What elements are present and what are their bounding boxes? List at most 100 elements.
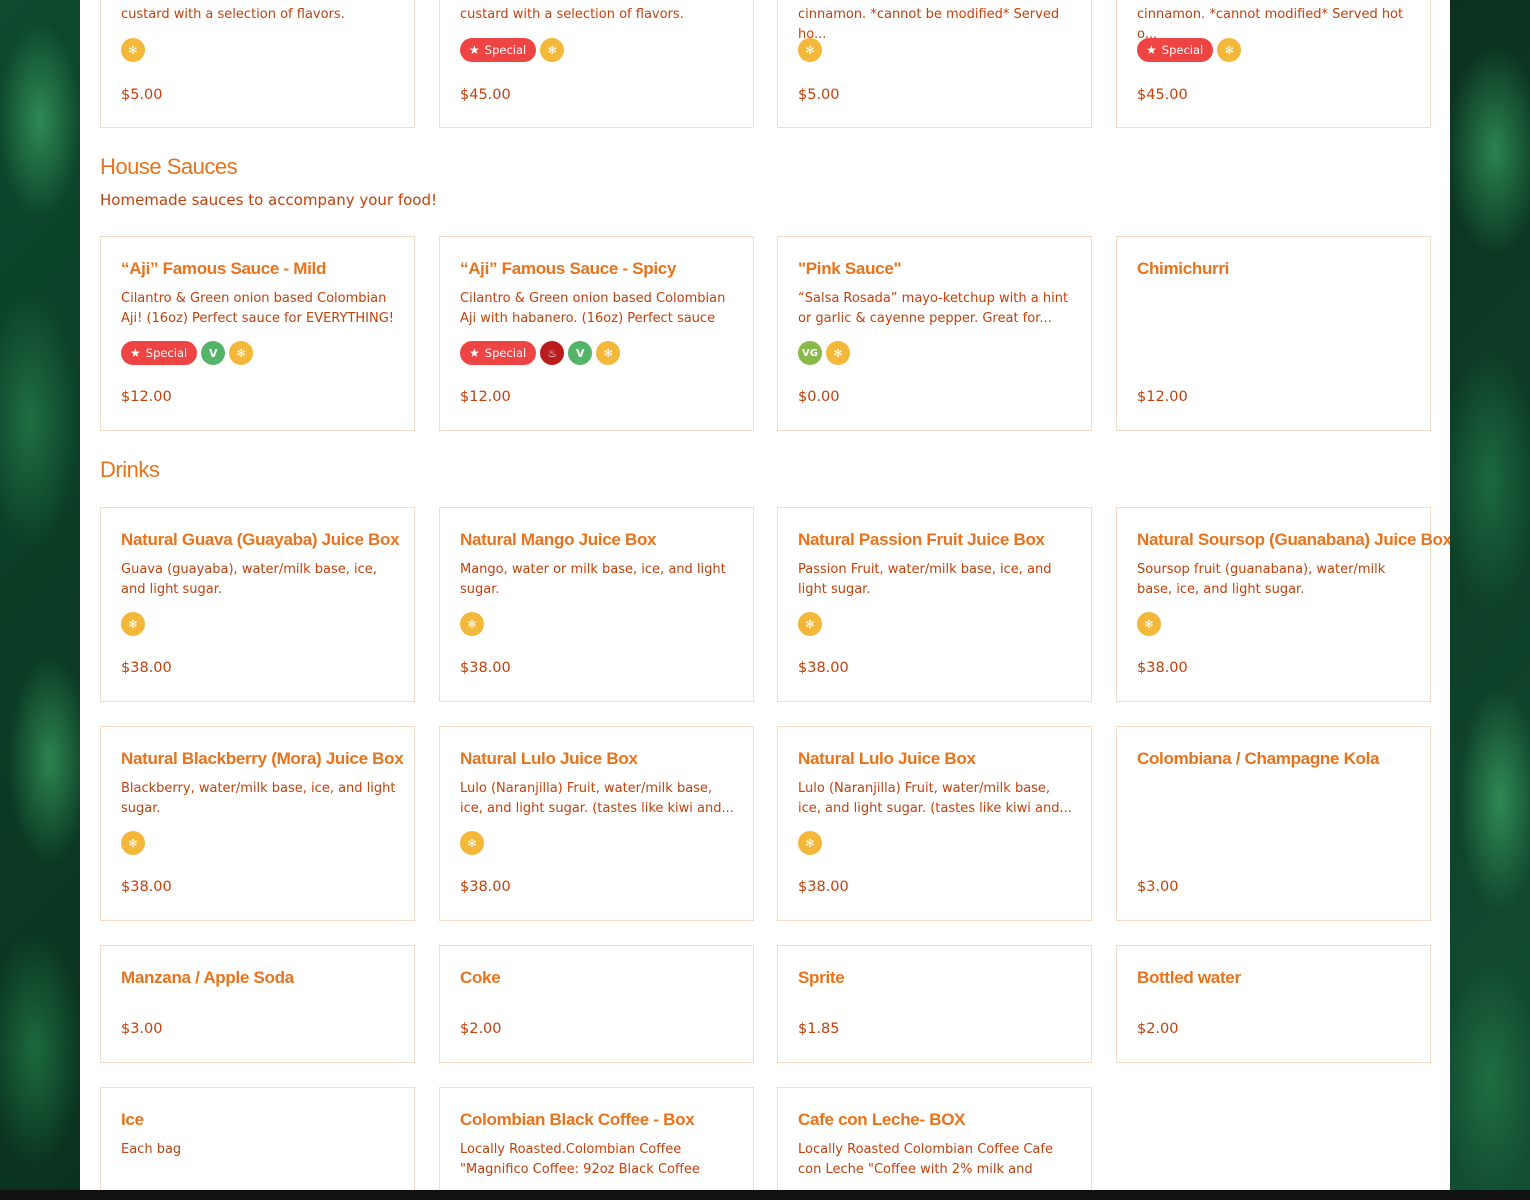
- item-title: Manzana / Apple Soda: [121, 968, 294, 987]
- gluten-free-icon: ✻: [121, 831, 145, 855]
- item-description: Blackberry, water/milk base, ice, and li…: [121, 781, 396, 816]
- menu-item-card[interactable]: "Pink Sauce" “Salsa Rosada” mayo-ketchup…: [777, 236, 1092, 431]
- dietary-tags: ✻: [798, 612, 822, 636]
- item-description: Locally Roasted Colombian Coffee Cafe co…: [798, 1142, 1053, 1177]
- star-icon: ★: [130, 346, 141, 360]
- gluten-free-icon: ✻: [1217, 38, 1242, 62]
- menu-item-card[interactable]: Natural Mango Juice Box Mango, water or …: [439, 507, 754, 702]
- dietary-tags: VG ✻: [798, 341, 850, 365]
- gluten-free-icon: ✻: [460, 831, 484, 855]
- item-price: $38.00: [460, 879, 511, 895]
- item-title: Sprite: [798, 968, 845, 987]
- dietary-tags: ✻: [1137, 612, 1161, 636]
- dietary-tags: ★ Special ✻: [460, 38, 565, 62]
- menu-item-card[interactable]: Natural Lulo Juice Box Lulo (Naranjilla)…: [777, 726, 1092, 921]
- item-title: Chimichurri: [1137, 259, 1230, 278]
- gluten-free-icon: ✻: [826, 341, 850, 365]
- menu-content: custard with a selection of flavors. ✻ $…: [80, 0, 1450, 1190]
- dietary-tags: ★ Special V ✻: [121, 341, 254, 365]
- item-description: Cilantro & Green onion based Colombian A…: [121, 291, 395, 326]
- item-title: Natural Lulo Juice Box: [460, 749, 638, 768]
- item-description: Guava (guayaba), water/milk base, ice, a…: [121, 562, 377, 597]
- menu-item-card[interactable]: Coke $2.00: [439, 945, 754, 1063]
- menu-item-card[interactable]: custard with a selection of flavors. ✻ $…: [100, 0, 415, 128]
- menu-item-card[interactable]: Natural Passion Fruit Juice Box Passion …: [777, 507, 1092, 702]
- star-icon: ★: [469, 43, 480, 57]
- menu-item-card[interactable]: Sprite $1.85: [777, 945, 1092, 1063]
- item-price: $2.00: [1137, 1021, 1179, 1037]
- item-price: $1.85: [798, 1021, 840, 1037]
- item-title: “Aji” Famous Sauce - Spicy: [460, 259, 677, 278]
- item-description: Cilantro & Green onion based Colombian A…: [460, 291, 726, 326]
- gluten-free-icon: ✻: [121, 38, 145, 62]
- gluten-free-icon: ✻: [121, 612, 145, 636]
- item-description: Locally Roasted.Colombian Coffee "Magnif…: [460, 1142, 700, 1177]
- menu-item-card[interactable]: Bottled water $2.00: [1116, 945, 1431, 1063]
- item-price: $0.00: [798, 389, 840, 405]
- menu-item-card[interactable]: cinnamon. *cannot be modified* Served ho…: [777, 0, 1092, 128]
- menu-item-card[interactable]: Chimichurri $12.00: [1116, 236, 1431, 431]
- menu-item-card[interactable]: “Aji” Famous Sauce - Mild Cilantro & Gre…: [100, 236, 415, 431]
- menu-item-card[interactable]: custard with a selection of flavors. ★ Sp…: [439, 0, 754, 128]
- item-title: Natural Passion Fruit Juice Box: [798, 530, 1045, 549]
- gluten-free-icon: ✻: [229, 341, 254, 365]
- item-title: Natural Mango Juice Box: [460, 530, 657, 549]
- menu-item-card[interactable]: Colombiana / Champagne Kola $3.00: [1116, 726, 1431, 921]
- dietary-tags: ★ Special ✻: [1137, 38, 1242, 62]
- special-label: Special: [484, 346, 527, 360]
- menu-item-card[interactable]: “Aji” Famous Sauce - Spicy Cilantro & Gr…: [439, 236, 754, 431]
- section-title-drinks: Drinks: [100, 457, 160, 482]
- item-price: $38.00: [121, 660, 172, 676]
- item-price: $38.00: [798, 660, 849, 676]
- special-badge: ★ Special: [121, 341, 198, 365]
- item-price: $2.00: [460, 1021, 502, 1037]
- item-price: $5.00: [798, 87, 840, 103]
- menu-item-card[interactable]: cinnamon. *cannot modified* Served hot o…: [1116, 0, 1431, 128]
- item-title: Natural Soursop (Guanabana) Juice Box: [1137, 530, 1450, 549]
- special-label: Special: [484, 43, 527, 57]
- menu-item-card[interactable]: Ice Each bag: [100, 1087, 415, 1190]
- item-title: Cafe con Leche- BOX: [798, 1110, 966, 1129]
- item-price: $5.00: [121, 87, 163, 103]
- gluten-free-icon: ✻: [596, 341, 621, 365]
- item-description: custard with a selection of flavors.: [460, 7, 684, 22]
- menu-item-card[interactable]: Natural Blackberry (Mora) Juice Box Blac…: [100, 726, 415, 921]
- section-description: Homemade sauces to accompany your food!: [100, 191, 438, 209]
- gluten-free-icon: ✻: [798, 831, 822, 855]
- menu-item-card[interactable]: Manzana / Apple Soda $3.00: [100, 945, 415, 1063]
- menu-item-card[interactable]: Natural Guava (Guayaba) Juice Box Guava …: [100, 507, 415, 702]
- dietary-tags: ✻: [121, 38, 145, 62]
- item-description: Mango, water or milk base, ice, and ligh…: [460, 562, 726, 597]
- item-title: Coke: [460, 968, 501, 987]
- menu-item-card[interactable]: Natural Lulo Juice Box Lulo (Naranjilla)…: [439, 726, 754, 921]
- gluten-free-icon: ✻: [798, 612, 822, 636]
- item-price: $12.00: [121, 389, 172, 405]
- menu-item-card[interactable]: Natural Soursop (Guanabana) Juice Box So…: [1116, 507, 1450, 702]
- dietary-tags: ✻: [460, 612, 484, 636]
- menu-item-card[interactable]: Colombian Black Coffee - Box Locally Roa…: [439, 1087, 754, 1190]
- item-title: "Pink Sauce": [798, 259, 902, 278]
- bottom-bar: [0, 1190, 1530, 1200]
- vegan-icon: V: [568, 341, 593, 365]
- item-price: $12.00: [1137, 389, 1188, 405]
- special-badge: ★ Special: [1137, 38, 1214, 62]
- item-description: Passion Fruit, water/milk base, ice, and…: [798, 562, 1052, 597]
- gluten-free-icon: ✻: [798, 38, 822, 62]
- item-description: “Salsa Rosada” mayo-ketchup with a hint …: [798, 291, 1069, 326]
- item-description: Soursop fruit (guanabana), water/milk ba…: [1137, 562, 1386, 597]
- item-title: Colombian Black Coffee - Box: [460, 1110, 695, 1129]
- gluten-free-icon: ✻: [460, 612, 484, 636]
- item-price: $12.00: [460, 389, 511, 405]
- item-title: “Aji” Famous Sauce - Mild: [121, 259, 327, 278]
- vegetarian-icon: VG: [798, 341, 822, 365]
- dietary-tags: ✻: [121, 831, 145, 855]
- menu-item-card[interactable]: Cafe con Leche- BOX Locally Roasted Colo…: [777, 1087, 1092, 1190]
- item-title: Ice: [121, 1110, 144, 1129]
- item-price: $45.00: [460, 87, 511, 103]
- item-price: $38.00: [460, 660, 511, 676]
- dietary-tags: ✻: [460, 831, 484, 855]
- gluten-free-icon: ✻: [1137, 612, 1161, 636]
- item-price: $38.00: [1137, 660, 1188, 676]
- dietary-tags: ✻: [798, 831, 822, 855]
- item-price: $38.00: [121, 879, 172, 895]
